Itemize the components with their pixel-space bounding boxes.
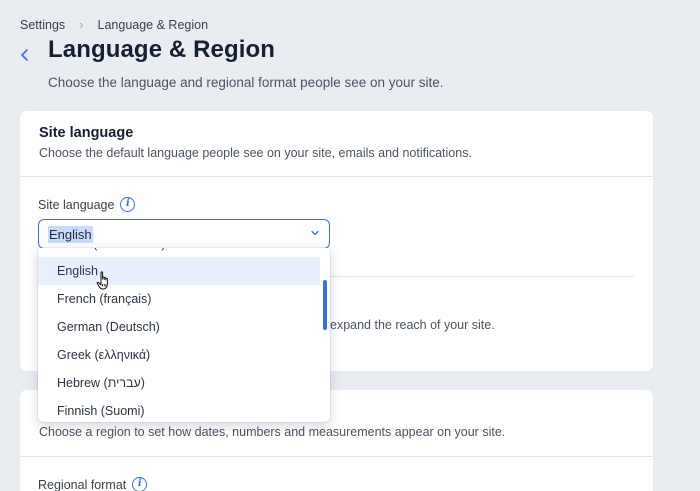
selected-language: English [48, 225, 93, 243]
breadcrumb-current: Language & Region [97, 17, 209, 32]
site-language-description: Choose the default language people see o… [39, 146, 472, 160]
card-divider [20, 456, 653, 457]
language-dropdown[interactable]: Dutch (Nederlands) English French (franç… [38, 248, 330, 422]
regional-format-label-text: Regional format [38, 477, 127, 491]
hand-cursor-icon [96, 271, 108, 290]
card-divider [20, 176, 653, 177]
site-language-label-text: Site language [38, 197, 115, 212]
dropdown-option[interactable]: French (français) [38, 285, 320, 313]
site-language-label: Site language i [38, 197, 136, 212]
dropdown-scrollbar[interactable] [323, 280, 327, 330]
chevron-right-icon: › [79, 17, 84, 32]
page-subtitle: Choose the language and regional format … [48, 75, 444, 90]
back-arrow-icon[interactable] [18, 46, 32, 64]
region-description: Choose a region to set how dates, number… [39, 425, 506, 439]
breadcrumb: Settings › Language & Region [20, 17, 208, 32]
site-language-select[interactable]: English [38, 219, 330, 249]
info-icon[interactable]: i [120, 197, 136, 212]
regional-format-label: Regional format i [38, 477, 148, 491]
chevron-down-icon [311, 230, 319, 236]
dropdown-option[interactable]: Hebrew (עברית) [38, 369, 320, 397]
site-language-title: Site language [39, 125, 134, 141]
dropdown-option-selected[interactable]: English [38, 257, 320, 285]
dropdown-option[interactable]: Greek (ελληνικά) [38, 341, 320, 369]
info-icon[interactable]: i [132, 477, 148, 491]
page-title: Language & Region [48, 36, 276, 63]
breadcrumb-settings[interactable]: Settings [20, 18, 65, 32]
section-divider [330, 276, 634, 277]
dropdown-option[interactable]: German (Deutsch) [38, 313, 320, 341]
obscured-description: expand the reach of your site. [330, 318, 495, 332]
dropdown-option[interactable]: Finnish (Suomi) [38, 397, 320, 422]
